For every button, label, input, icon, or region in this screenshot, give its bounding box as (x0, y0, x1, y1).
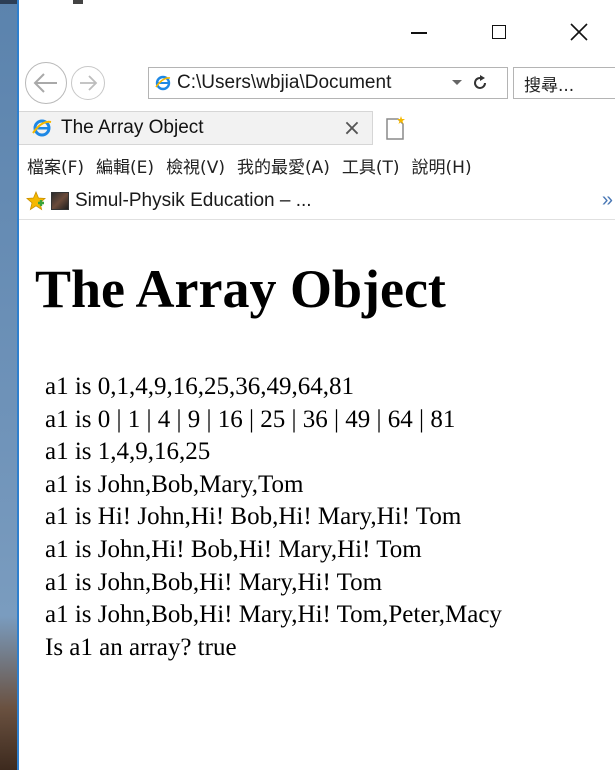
chrome-divider (19, 219, 615, 220)
tab-close-icon[interactable]: × (340, 116, 364, 141)
new-tab-icon (386, 116, 405, 140)
favorite-link[interactable]: Simul-Physik Education – ... (75, 190, 312, 212)
chevron-down-icon[interactable] (449, 75, 465, 91)
output-line: a1 is John,Bob,Mary,Tom (45, 470, 304, 498)
output-line: a1 is 0,1,4,9,16,25,36,49,64,81 (45, 373, 355, 400)
refresh-icon[interactable] (469, 72, 491, 94)
forward-button[interactable] (71, 66, 105, 100)
favorites-bar: Simul-Physik Education – ... » (19, 185, 615, 217)
forward-arrow-icon (80, 75, 98, 91)
url-text[interactable]: C:\Users\wbjia\Document (177, 72, 447, 94)
minimize-icon (411, 32, 427, 34)
tab-strip: The Array Object × (19, 111, 615, 145)
title-bar (19, 0, 615, 60)
new-tab-button[interactable] (381, 113, 411, 143)
menu-item-favorites[interactable]: 我的最愛(A) (237, 153, 330, 178)
back-button[interactable] (25, 62, 67, 104)
output-block: a1 is 0,1,4,9,16,25,36,49,64,81 a1 is 0 … (45, 371, 502, 664)
favorite-site-thumbnail (51, 192, 69, 210)
close-icon (570, 23, 588, 41)
desktop-background (0, 0, 17, 770)
tab-title: The Array Object (61, 117, 204, 138)
favorites-more-icon[interactable]: » (602, 189, 613, 212)
output-line: a1 is John,Bob,Hi! Mary,Hi! Tom (45, 568, 383, 596)
favorites-star-icon[interactable] (25, 190, 47, 212)
menu-bar: 檔案(F) 編輯(E) 檢視(V) 我的最愛(A) 工具(T) 說明(H) (27, 151, 484, 179)
output-line: a1 is John,Hi! Bob,Hi! Mary,Hi! Tom (45, 535, 422, 563)
ie-logo-icon (31, 117, 53, 139)
page-heading: The Array Object (35, 259, 446, 319)
address-bar[interactable]: C:\Users\wbjia\Document (148, 67, 508, 99)
desktop-edge (0, 0, 17, 4)
navigation-bar: C:\Users\wbjia\Document 搜尋... (19, 62, 615, 106)
output-line: a1 is Hi! John,Hi! Bob,Hi! Mary,Hi! Tom (45, 503, 462, 531)
page-content: The Array Object a1 is 0,1,4,9,16,25,36,… (19, 221, 615, 770)
maximize-button[interactable] (477, 14, 521, 50)
menu-item-tools[interactable]: 工具(T) (342, 153, 400, 178)
menu-item-help[interactable]: 說明(H) (412, 153, 472, 178)
output-line: a1 is 1,4,9,16,25 (45, 438, 211, 466)
output-line: a1 is John,Bob,Hi! Mary,Hi! Tom,Peter,Ma… (45, 601, 502, 629)
search-input[interactable]: 搜尋... (513, 67, 615, 99)
output-line: a1 is 0 | 1 | 4 | 9 | 16 | 25 | 36 | 49 … (45, 405, 456, 433)
close-button[interactable] (557, 14, 601, 50)
search-placeholder: 搜尋... (524, 75, 575, 96)
tab-the-array-object[interactable]: The Array Object × (19, 111, 373, 145)
menu-item-edit[interactable]: 編輯(E) (96, 153, 154, 178)
browser-window: C:\Users\wbjia\Document 搜尋... The Array … (17, 0, 615, 770)
back-arrow-icon (33, 73, 57, 93)
minimize-button[interactable] (397, 14, 441, 50)
maximize-icon (492, 25, 506, 39)
output-line: Is a1 an array? true (45, 633, 237, 661)
menu-item-view[interactable]: 檢視(V) (166, 153, 225, 178)
menu-item-file[interactable]: 檔案(F) (27, 153, 84, 178)
ie-page-icon (155, 75, 171, 91)
